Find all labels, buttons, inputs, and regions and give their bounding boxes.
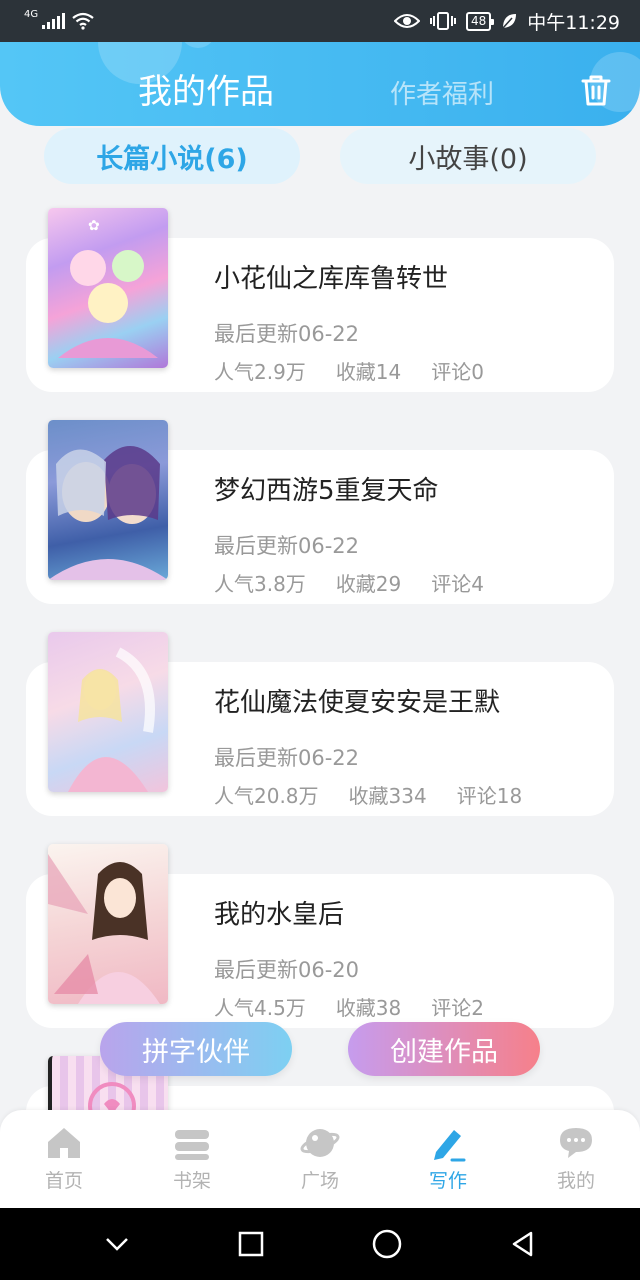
work-item[interactable]: 梦幻西游5重复天命 最后更新06-22 人气3.8万 收藏29 评论4 bbox=[0, 402, 640, 604]
work-item[interactable]: 花仙魔法使夏安安是王默 最后更新06-22 人气20.8万 收藏334 评论18 bbox=[0, 614, 640, 816]
nav-item-write[interactable]: 写作 bbox=[384, 1110, 512, 1208]
status-left: 4G bbox=[24, 8, 95, 30]
header-bubble-decoration bbox=[180, 42, 216, 48]
work-comments: 评论0 bbox=[431, 360, 484, 384]
work-popularity: 人气3.8万 bbox=[214, 572, 306, 596]
system-nav-bar bbox=[0, 1208, 640, 1280]
svg-text:✿: ✿ bbox=[88, 218, 100, 234]
work-cover-image[interactable] bbox=[48, 420, 168, 580]
nav-label-square: 广场 bbox=[300, 1170, 339, 1192]
work-stats: 人气4.5万 收藏38 评论2 bbox=[214, 992, 484, 1021]
work-stats: 人气2.9万 收藏14 评论0 bbox=[214, 356, 484, 385]
header: 我的作品 作者福利 bbox=[0, 42, 640, 126]
nav-item-mine[interactable]: 我的 bbox=[512, 1110, 640, 1208]
work-favorites: 收藏334 bbox=[348, 784, 427, 808]
back-triangle-icon[interactable] bbox=[509, 1230, 537, 1258]
work-title: 梦幻西游5重复天命 bbox=[214, 476, 439, 506]
clock: 中午11:29 bbox=[527, 11, 620, 34]
work-popularity: 人气20.8万 bbox=[214, 784, 319, 808]
vibrate-icon bbox=[429, 12, 456, 30]
work-comments: 评论4 bbox=[431, 572, 484, 596]
work-updated: 最后更新06-22 bbox=[214, 746, 360, 770]
eye-icon bbox=[393, 14, 420, 28]
nav-label-mine: 我的 bbox=[556, 1170, 595, 1192]
work-popularity: 人气2.9万 bbox=[214, 360, 306, 384]
work-popularity: 人气4.5万 bbox=[214, 996, 306, 1020]
work-cover-image[interactable] bbox=[48, 844, 168, 1004]
work-title: 小花仙之库库鲁转世 bbox=[214, 264, 449, 294]
subtab-long-novel[interactable]: 长篇小说(6) bbox=[44, 128, 300, 184]
work-title: 花仙魔法使夏安安是王默 bbox=[214, 688, 501, 718]
chat-bubble-icon bbox=[560, 1128, 592, 1158]
work-updated: 最后更新06-20 bbox=[214, 958, 360, 982]
work-title: 我的水皇后 bbox=[214, 900, 345, 930]
work-favorites: 收藏14 bbox=[335, 360, 402, 384]
pen-icon bbox=[434, 1130, 466, 1162]
battery-indicator: 48 bbox=[465, 11, 495, 31]
tab-my-works[interactable]: 我的作品 bbox=[138, 64, 274, 113]
work-favorites: 收藏38 bbox=[335, 996, 402, 1020]
spelling-partner-button[interactable]: 拼字伙伴 bbox=[100, 1022, 292, 1076]
work-updated: 最后更新06-22 bbox=[214, 322, 360, 346]
work-favorites: 收藏29 bbox=[335, 572, 402, 596]
work-comments: 评论18 bbox=[456, 784, 523, 808]
planet-icon bbox=[300, 1129, 340, 1157]
nav-item-home[interactable]: 首页 bbox=[0, 1110, 128, 1208]
signal-icon bbox=[42, 13, 66, 29]
bottom-nav: 首页 书架 广场 写作 我的 bbox=[0, 1110, 640, 1208]
bookshelf-icon bbox=[175, 1130, 209, 1160]
status-right: 48 中午11:29 bbox=[393, 8, 620, 35]
work-updated: 最后更新06-22 bbox=[214, 534, 360, 558]
nav-label-home: 首页 bbox=[44, 1170, 83, 1192]
tab-author-benefits[interactable]: 作者福利 bbox=[390, 74, 494, 111]
work-cover-image[interactable] bbox=[48, 632, 168, 792]
create-work-button[interactable]: 创建作品 bbox=[348, 1022, 540, 1076]
nav-item-bookshelf[interactable]: 书架 bbox=[128, 1110, 256, 1208]
recent-apps-icon[interactable] bbox=[237, 1230, 265, 1258]
work-item[interactable]: ✿ 小花仙之库库鲁转世 最后更新06-22 人气2.9万 收藏14 评论0 bbox=[0, 190, 640, 392]
network-type: 4G bbox=[24, 8, 39, 20]
nav-label-write: 写作 bbox=[428, 1170, 467, 1192]
work-stats: 人气20.8万 收藏334 评论18 bbox=[214, 780, 522, 809]
subtab-short-story[interactable]: 小故事(0) bbox=[340, 128, 596, 184]
trash-icon[interactable] bbox=[578, 72, 614, 108]
home-circle-icon[interactable] bbox=[371, 1228, 403, 1260]
status-bar: 4G 48 中午11:29 bbox=[0, 0, 640, 42]
leaf-icon bbox=[502, 14, 517, 29]
home-icon bbox=[48, 1128, 80, 1158]
nav-item-square[interactable]: 广场 bbox=[256, 1110, 384, 1208]
work-cover-image[interactable]: ✿ bbox=[48, 208, 168, 368]
nav-label-bookshelf: 书架 bbox=[172, 1170, 211, 1192]
wifi-icon bbox=[72, 12, 94, 30]
work-stats: 人气3.8万 收藏29 评论4 bbox=[214, 568, 484, 597]
work-comments: 评论2 bbox=[431, 996, 484, 1020]
work-item[interactable]: 我的水皇后 最后更新06-20 人气4.5万 收藏38 评论2 bbox=[0, 826, 640, 1028]
chevron-down-icon[interactable] bbox=[103, 1230, 131, 1258]
